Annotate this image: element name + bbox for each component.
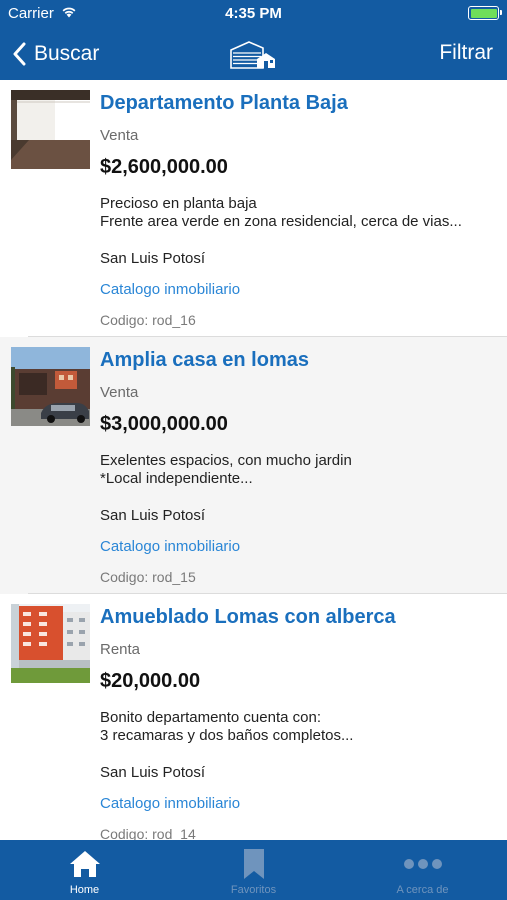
description-line: Precioso en planta baja bbox=[100, 195, 257, 212]
listing-item[interactable]: Amplia casa en lomas Venta $3,000,000.00… bbox=[0, 337, 507, 594]
listing-city: San Luis Potosí bbox=[100, 764, 206, 781]
chevron-left-icon bbox=[13, 42, 26, 66]
buildings-logo-icon bbox=[230, 41, 275, 69]
description-line: *Local independiente... bbox=[100, 470, 253, 487]
listing-item[interactable]: Amueblado Lomas con alberca Renta $20,00… bbox=[0, 594, 507, 840]
more-dots-icon bbox=[403, 859, 442, 869]
listing-title[interactable]: Amueblado Lomas con alberca bbox=[100, 606, 396, 629]
description-line: Bonito departamento cuenta con: bbox=[100, 709, 321, 726]
listing-operation: Venta bbox=[100, 384, 139, 401]
back-button[interactable]: Buscar bbox=[12, 39, 99, 69]
listing-description: Precioso en planta baja Frente area verd… bbox=[100, 195, 498, 231]
listing-thumbnail bbox=[11, 347, 90, 426]
listing-city: San Luis Potosí bbox=[100, 507, 206, 524]
bookmark-icon bbox=[243, 849, 264, 879]
description-line: Frente area verde en zona residencial, c… bbox=[100, 213, 462, 230]
listing-code: Codigo: rod_15 bbox=[100, 569, 196, 585]
listing-thumbnail bbox=[11, 604, 90, 683]
status-bar: Carrier 4:35 PM bbox=[0, 0, 507, 28]
catalog-link[interactable]: Catalogo inmobiliario bbox=[100, 538, 240, 555]
listing-title[interactable]: Departamento Planta Baja bbox=[100, 92, 348, 115]
tab-a-cerca-de[interactable]: A cerca de bbox=[338, 840, 507, 900]
filter-button[interactable]: Filtrar bbox=[439, 41, 493, 65]
listing-title[interactable]: Amplia casa en lomas bbox=[100, 349, 309, 372]
catalog-link[interactable]: Catalogo inmobiliario bbox=[100, 281, 240, 298]
listing-price: $3,000,000.00 bbox=[100, 413, 228, 435]
tab-favoritos[interactable]: Favoritos bbox=[169, 840, 338, 900]
description-line: Exelentes espacios, con mucho jardin bbox=[100, 452, 352, 469]
listing-thumbnail bbox=[11, 90, 90, 169]
listing-description: Exelentes espacios, con mucho jardin *Lo… bbox=[100, 452, 498, 488]
tab-label: Home bbox=[69, 884, 100, 896]
listing-operation: Venta bbox=[100, 127, 139, 144]
tab-label: A cerca de bbox=[396, 884, 449, 896]
back-button-label: Buscar bbox=[34, 42, 100, 65]
description-line: 3 recamaras y dos baños completos... bbox=[100, 727, 354, 744]
tab-label: Favoritos bbox=[230, 884, 277, 896]
battery-icon bbox=[468, 6, 502, 20]
clock: 4:35 PM bbox=[225, 5, 282, 22]
listing-code: Codigo: rod_16 bbox=[100, 312, 196, 328]
listing-description: Bonito departamento cuenta con: 3 recama… bbox=[100, 709, 498, 745]
tab-home[interactable]: Home bbox=[0, 840, 169, 900]
listing-price: $20,000.00 bbox=[100, 670, 201, 692]
listing-item[interactable]: Departamento Planta Baja Venta $2,600,00… bbox=[0, 80, 507, 337]
listing-price: $2,600,000.00 bbox=[100, 156, 228, 178]
listing-city: San Luis Potosí bbox=[100, 250, 206, 267]
navigation-bar: Buscar Filtrar bbox=[0, 28, 507, 80]
listing-operation: Renta bbox=[100, 641, 141, 658]
listings-list: Departamento Planta Baja Venta $2,600,00… bbox=[0, 80, 507, 840]
tab-bar: Home Favoritos A cerca de bbox=[0, 840, 507, 900]
catalog-link[interactable]: Catalogo inmobiliario bbox=[100, 795, 240, 812]
listing-code: Codigo: rod_14 bbox=[100, 826, 196, 840]
home-icon bbox=[69, 851, 100, 877]
